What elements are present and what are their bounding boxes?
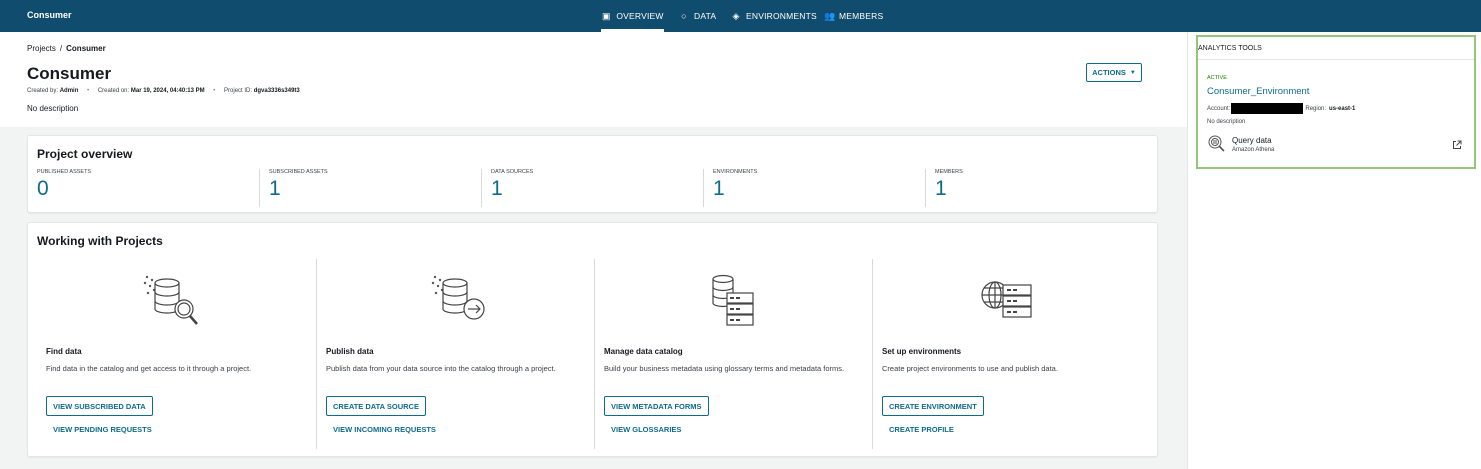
column-description: Build your business metadata using gloss… xyxy=(604,364,845,373)
find-data-column: Find data Find data in the catalog and g… xyxy=(37,259,316,449)
breadcrumb-projects[interactable]: Projects xyxy=(27,44,56,53)
column-title: Find data xyxy=(46,347,82,356)
analytics-tools-panel: ANALYTICS TOOLS ACTIVE Consumer_Environm… xyxy=(1196,35,1476,169)
publish-data-icon xyxy=(431,275,485,320)
stat-label: PUBLISHED ASSETS xyxy=(37,169,92,175)
tab-overview[interactable]: ▣ OVERVIEW xyxy=(601,0,664,32)
project-name: Consumer xyxy=(27,10,72,20)
tab-environments[interactable]: ◈ ENVIRONMENTS xyxy=(731,0,817,32)
stat-data-sources: DATA SOURCES 1 xyxy=(481,169,703,207)
overview-title: Project overview xyxy=(37,147,133,161)
analytics-tools-header: ANALYTICS TOOLS xyxy=(1198,37,1474,60)
actions-button[interactable]: ACTIONS ▼ xyxy=(1086,63,1142,82)
tool-provider: Amazon Athena xyxy=(1232,147,1275,153)
environment-link[interactable]: Consumer_Environment xyxy=(1207,86,1309,97)
project-id-label: Project ID: xyxy=(224,88,253,94)
create-profile-link[interactable]: CREATE PROFILE xyxy=(889,425,954,434)
publish-data-column: Publish data Publish data from your data… xyxy=(316,259,594,449)
top-nav-bar: Consumer ▣ OVERVIEW ○ DATA ◈ ENVIRONMENT… xyxy=(0,0,1481,32)
view-incoming-requests-link[interactable]: VIEW INCOMING REQUESTS xyxy=(333,425,436,434)
column-description: Find data in the catalog and get access … xyxy=(46,364,252,373)
column-title: Manage data catalog xyxy=(604,347,683,356)
external-link-icon[interactable] xyxy=(1452,140,1462,150)
working-with-projects-card: Working with Projects Find data Find dat… xyxy=(27,222,1158,457)
project-header: Projects / Consumer Consumer Created by: A… xyxy=(0,32,1187,127)
stat-value[interactable]: 1 xyxy=(491,177,703,201)
data-circle-icon: ○ xyxy=(681,11,687,21)
manage-data-catalog-column: Manage data catalog Build your business … xyxy=(594,259,872,449)
status-badge: ACTIVE xyxy=(1207,75,1227,81)
environment-description: No description xyxy=(1207,119,1246,125)
athena-query-icon xyxy=(1208,135,1225,152)
created-on-label: Created on: xyxy=(97,88,130,94)
view-metadata-forms-button[interactable]: VIEW METADATA FORMS xyxy=(604,396,709,416)
created-by-label: Created by: xyxy=(27,88,59,94)
meta-dot: • xyxy=(213,88,216,94)
caret-down-icon: ▼ xyxy=(1129,69,1136,76)
project-meta: Created by: Admin • Created on: Mar 19, … xyxy=(27,88,300,94)
region-label: Region: xyxy=(1305,105,1327,112)
created-by-value: Admin xyxy=(59,88,79,94)
create-environment-button[interactable]: CREATE ENVIRONMENT xyxy=(882,396,984,416)
page-title: Consumer xyxy=(27,64,112,83)
stat-value[interactable]: 1 xyxy=(713,177,925,201)
stat-label: DATA SOURCES xyxy=(491,169,534,175)
breadcrumb: Projects / Consumer xyxy=(27,44,106,53)
meta-dot: • xyxy=(87,88,90,94)
query-data-link[interactable]: Query data xyxy=(1232,136,1272,145)
stat-value[interactable]: 1 xyxy=(269,177,481,201)
stat-value[interactable]: 0 xyxy=(37,177,259,201)
stat-value[interactable]: 1 xyxy=(935,177,1147,201)
view-glossaries-link[interactable]: VIEW GLOSSARIES xyxy=(611,425,681,434)
tab-members[interactable]: 👥 MEMBERS xyxy=(824,0,883,32)
right-panel: ANALYTICS TOOLS ACTIVE Consumer_Environm… xyxy=(1187,32,1481,469)
view-subscribed-data-button[interactable]: VIEW SUBSCRIBED DATA xyxy=(46,396,153,416)
tab-members-label: MEMBERS xyxy=(839,11,884,21)
column-title: Set up environments xyxy=(882,347,962,356)
tab-data-label: DATA xyxy=(694,11,717,21)
stat-environments: ENVIRONMENTS 1 xyxy=(703,169,925,207)
stat-label: SUBSCRIBED ASSETS xyxy=(269,169,328,175)
tab-data[interactable]: ○ DATA xyxy=(679,0,716,32)
tab-environments-label: ENVIRONMENTS xyxy=(746,11,817,21)
find-data-icon xyxy=(143,275,198,325)
view-pending-requests-link[interactable]: VIEW PENDING REQUESTS xyxy=(53,425,152,434)
stat-published-assets: PUBLISHED ASSETS 0 xyxy=(37,169,259,207)
data-catalog-icon xyxy=(712,274,754,326)
working-title: Working with Projects xyxy=(37,234,163,248)
created-on-value: Mar 19, 2024, 04:40:13 PM xyxy=(130,88,205,94)
stat-members: MEMBERS 1 xyxy=(925,169,1147,207)
project-description: No description xyxy=(27,104,79,113)
environments-icon xyxy=(981,281,1032,318)
stat-label: ENVIRONMENTS xyxy=(713,169,758,175)
stat-label: MEMBERS xyxy=(935,169,963,175)
account-region: Account: Region: us-east-1 xyxy=(1207,103,1355,114)
column-title: Publish data xyxy=(326,347,374,356)
set-up-environments-column: Set up environments Create project envir… xyxy=(872,259,1150,449)
project-overview-card: Project overview PUBLISHED ASSETS 0 SUBS… xyxy=(27,135,1158,213)
account-label: Account: xyxy=(1207,105,1231,112)
stat-subscribed-assets: SUBSCRIBED ASSETS 1 xyxy=(259,169,481,207)
redacted-account-id xyxy=(1231,103,1304,114)
members-icon: 👥 xyxy=(824,10,836,21)
create-data-source-button[interactable]: CREATE DATA SOURCE xyxy=(326,396,426,416)
layers-icon: ◈ xyxy=(732,10,740,21)
breadcrumb-current: Consumer xyxy=(66,44,106,53)
project-id-value: dgva3336s349t3 xyxy=(253,88,300,94)
overview-icon: ▣ xyxy=(602,10,611,21)
column-description: Publish data from your data source into … xyxy=(326,364,556,373)
breadcrumb-separator: / xyxy=(59,44,63,53)
tab-overview-label: OVERVIEW xyxy=(616,11,664,21)
region-value: us-east-1 xyxy=(1329,105,1356,112)
column-description: Create project environments to use and p… xyxy=(882,364,1058,373)
actions-button-label: ACTIONS xyxy=(1092,68,1126,77)
